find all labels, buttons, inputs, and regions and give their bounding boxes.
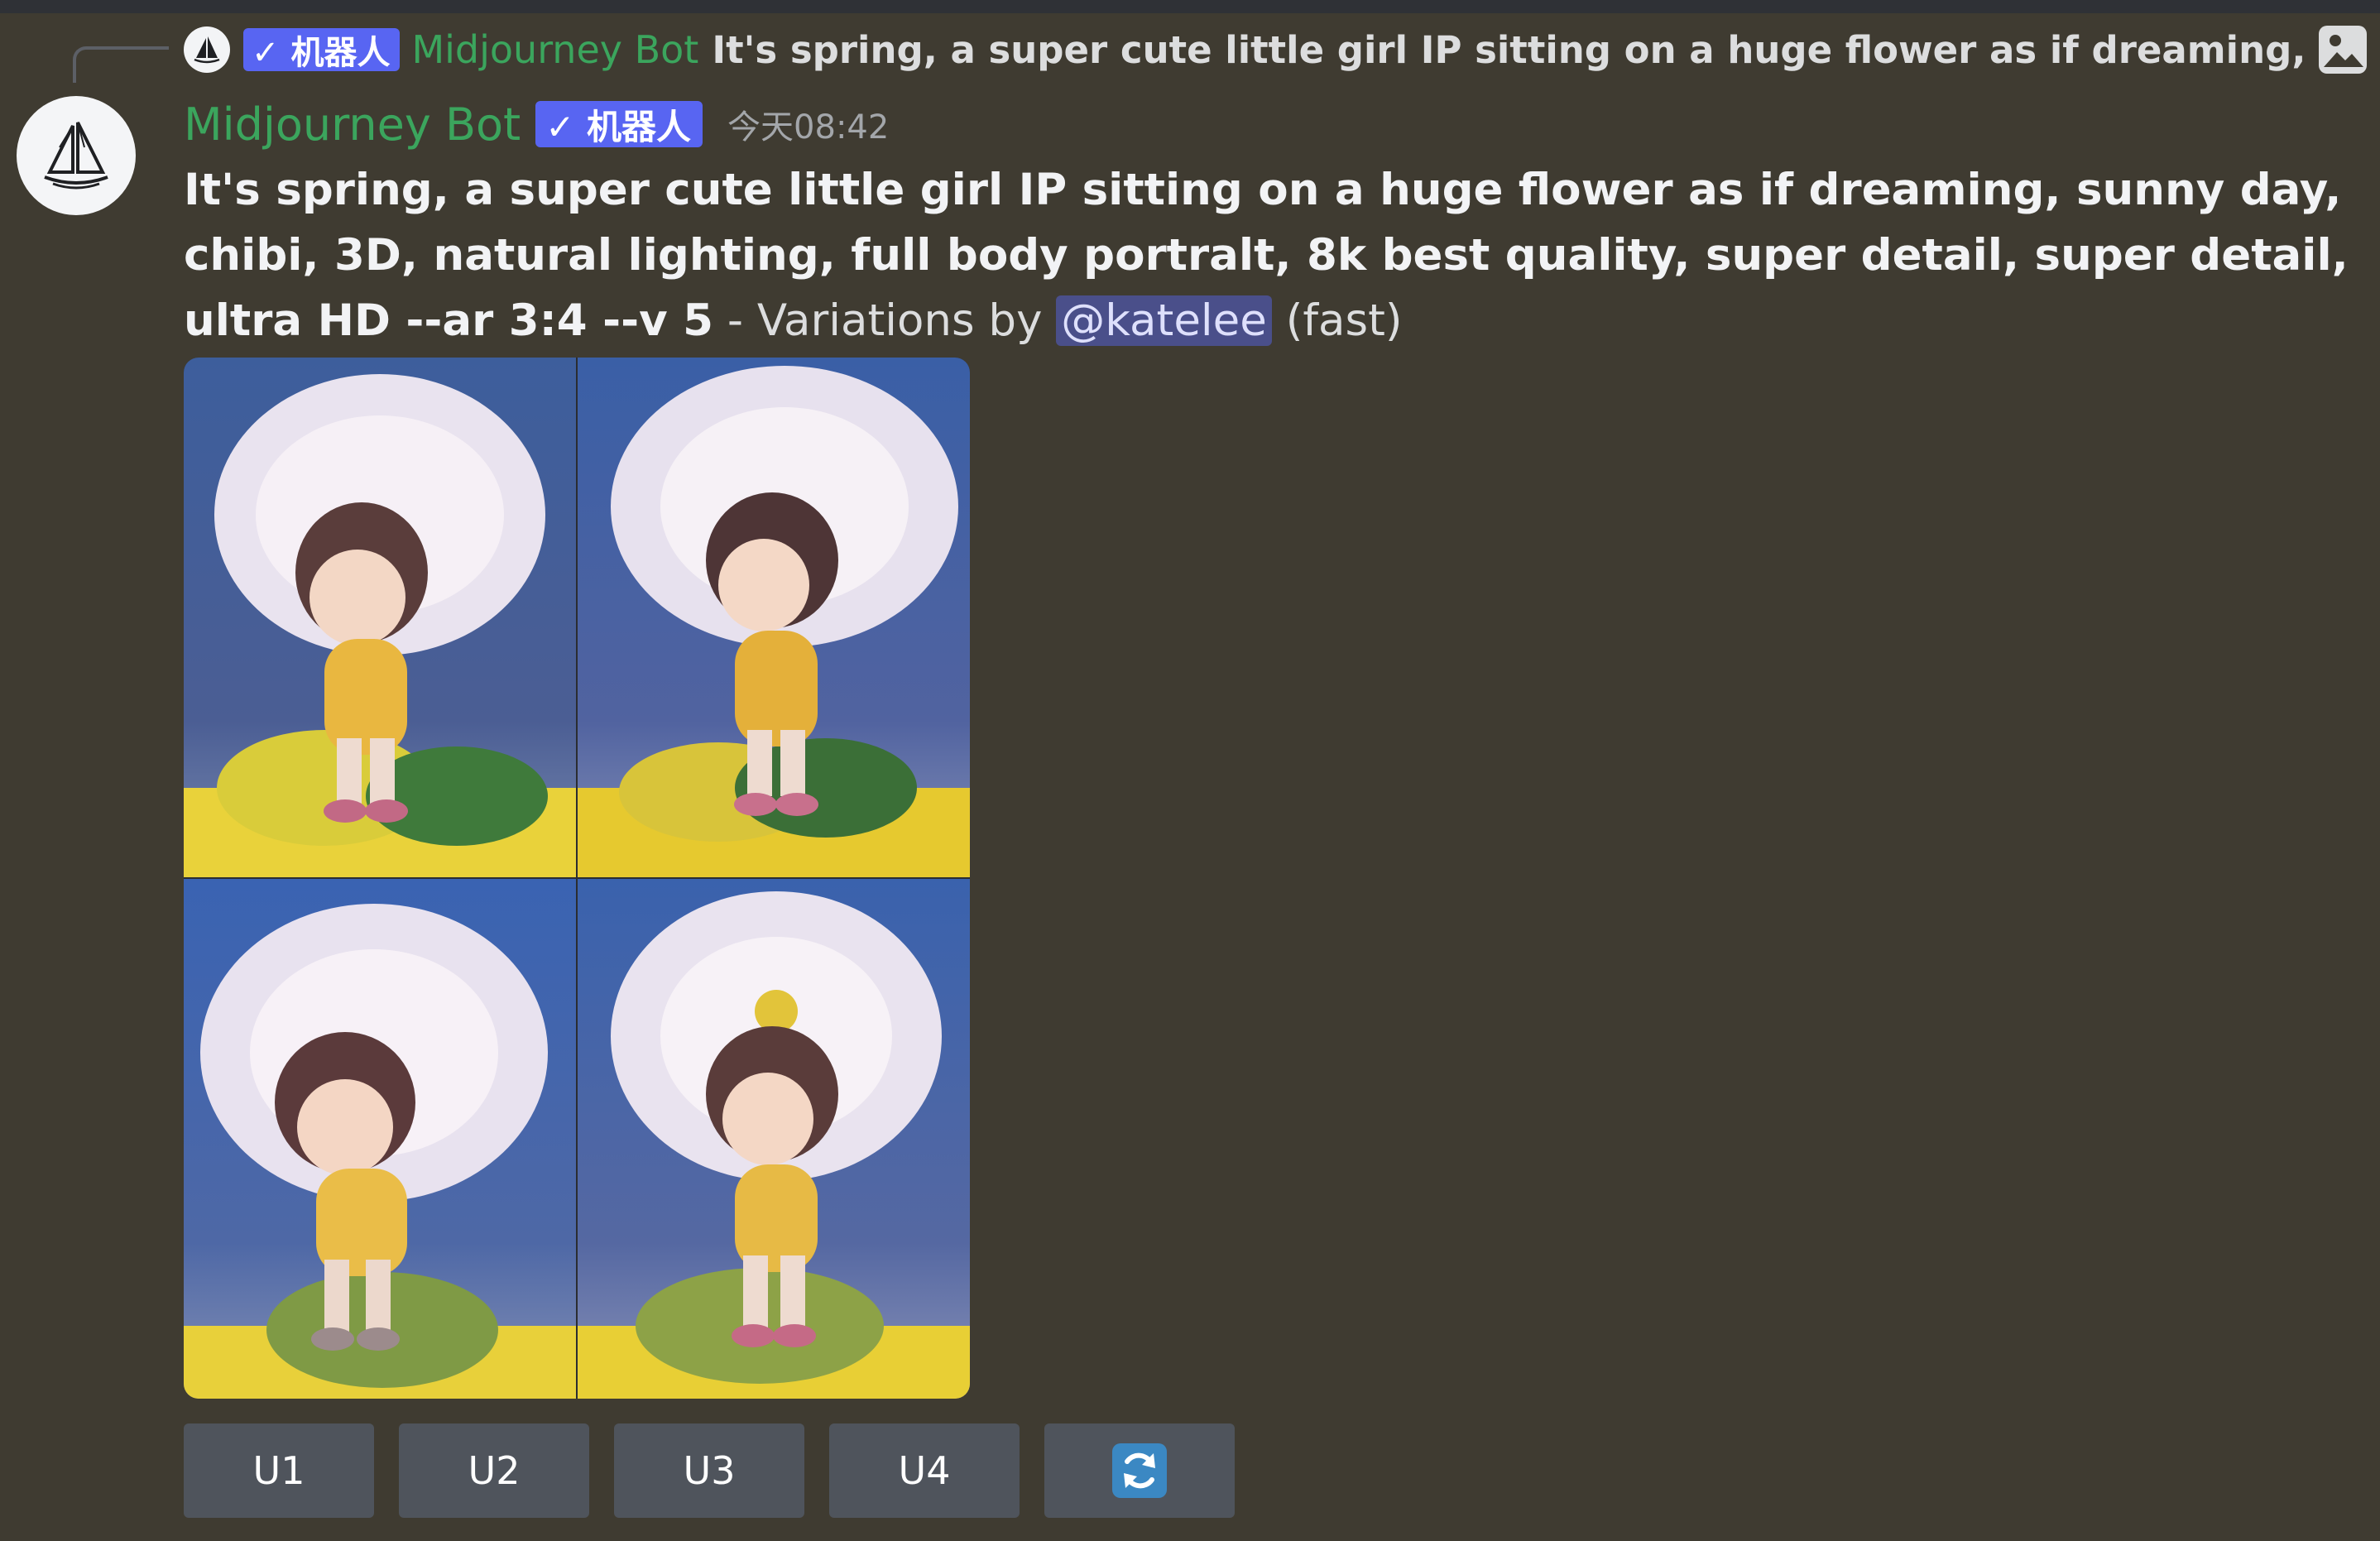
image-attachment-icon — [2319, 26, 2367, 74]
author-name[interactable]: Midjourney Bot — [184, 98, 521, 151]
reply-preview-text[interactable]: It's spring, a super cute little girl IP… — [712, 28, 2306, 72]
bot-tag: ✓ 机器人 — [535, 101, 703, 147]
reply-author[interactable]: Midjourney Bot — [411, 27, 698, 72]
message-header: Midjourney Bot ✓ 机器人 今天08:42 — [184, 93, 889, 156]
reply-spine — [73, 46, 169, 83]
reroll-button[interactable] — [1044, 1423, 1235, 1518]
action-buttons: U1 U2 U3 U4 — [184, 1423, 1235, 1518]
variations-label: - Variations by — [713, 295, 1057, 346]
girl-on-flower-illustration — [578, 879, 970, 1399]
upscale-2-button[interactable]: U2 — [399, 1423, 589, 1518]
refresh-icon — [1112, 1443, 1167, 1498]
speed-label: (fast) — [1271, 295, 1403, 346]
timestamp: 今天08:42 — [727, 108, 890, 146]
image-tile-1[interactable] — [184, 358, 576, 877]
girl-on-flower-illustration — [578, 358, 970, 877]
upscale-4-button[interactable]: U4 — [829, 1423, 1020, 1518]
image-grid[interactable] — [184, 358, 970, 1399]
reply-reference[interactable]: ✓ 机器人 Midjourney Bot It's spring, a supe… — [184, 25, 2368, 74]
reply-bot-tag: ✓ 机器人 — [243, 28, 401, 72]
message-content: It's spring, a super cute little girl IP… — [184, 157, 2368, 353]
top-strip — [0, 0, 2380, 13]
user-mention[interactable]: @katelee — [1056, 295, 1272, 346]
image-tile-3[interactable] — [184, 879, 576, 1399]
image-tile-2[interactable] — [578, 358, 970, 877]
upscale-3-button[interactable]: U3 — [614, 1423, 804, 1518]
sailboat-logo-icon — [44, 122, 108, 190]
reply-avatar[interactable] — [184, 26, 230, 73]
author-avatar[interactable] — [17, 96, 136, 215]
upscale-1-button[interactable]: U1 — [184, 1423, 374, 1518]
girl-on-flower-illustration — [184, 879, 576, 1399]
sailboat-logo-icon — [194, 36, 220, 64]
girl-on-flower-illustration — [184, 358, 576, 877]
image-tile-4[interactable] — [578, 879, 970, 1399]
